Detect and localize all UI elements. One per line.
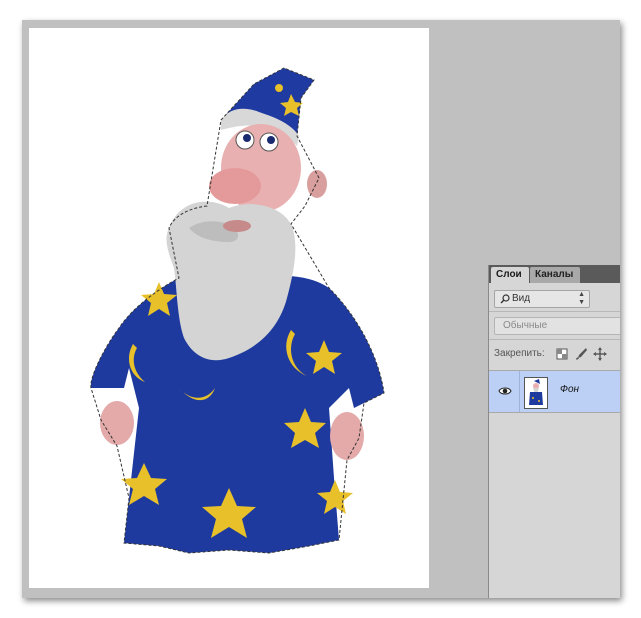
panel-tab-bar: Слои Каналы <box>489 265 620 283</box>
layer-filter-select[interactable]: Вид ▲ ▼ <box>494 290 590 308</box>
photoshop-window: Слои Каналы Вид ▲ ▼ Обычные Закрепить: Ф… <box>22 20 620 598</box>
lock-transparent-pixels-icon[interactable] <box>555 347 569 361</box>
layer-thumbnail <box>524 377 548 409</box>
panel-divider <box>489 339 620 340</box>
lock-label: Закрепить: <box>494 348 545 359</box>
lock-position-icon[interactable] <box>593 347 607 361</box>
blend-mode-select[interactable]: Обычные <box>494 317 620 335</box>
panel-divider <box>489 311 620 312</box>
lock-image-pixels-icon[interactable] <box>574 347 588 361</box>
left-hand <box>100 401 134 445</box>
tab-layers[interactable]: Слои <box>491 267 529 283</box>
search-icon <box>500 294 510 304</box>
wizard-image <box>90 67 385 554</box>
visibility-eye-icon[interactable] <box>498 384 512 398</box>
layer-name: Фон <box>560 384 580 395</box>
updown-arrows-icon: ▲ ▼ <box>578 291 585 306</box>
layer-column-separator <box>519 371 520 412</box>
blend-mode-label: Обычные <box>503 320 548 331</box>
tab-channels[interactable]: Каналы <box>530 267 580 283</box>
layers-panel: Слои Каналы Вид ▲ ▼ Обычные Закрепить: Ф… <box>488 265 620 598</box>
layer-filter-label: Вид <box>512 293 531 304</box>
document-canvas[interactable] <box>29 28 429 588</box>
layer-row[interactable]: Фон <box>489 370 620 413</box>
